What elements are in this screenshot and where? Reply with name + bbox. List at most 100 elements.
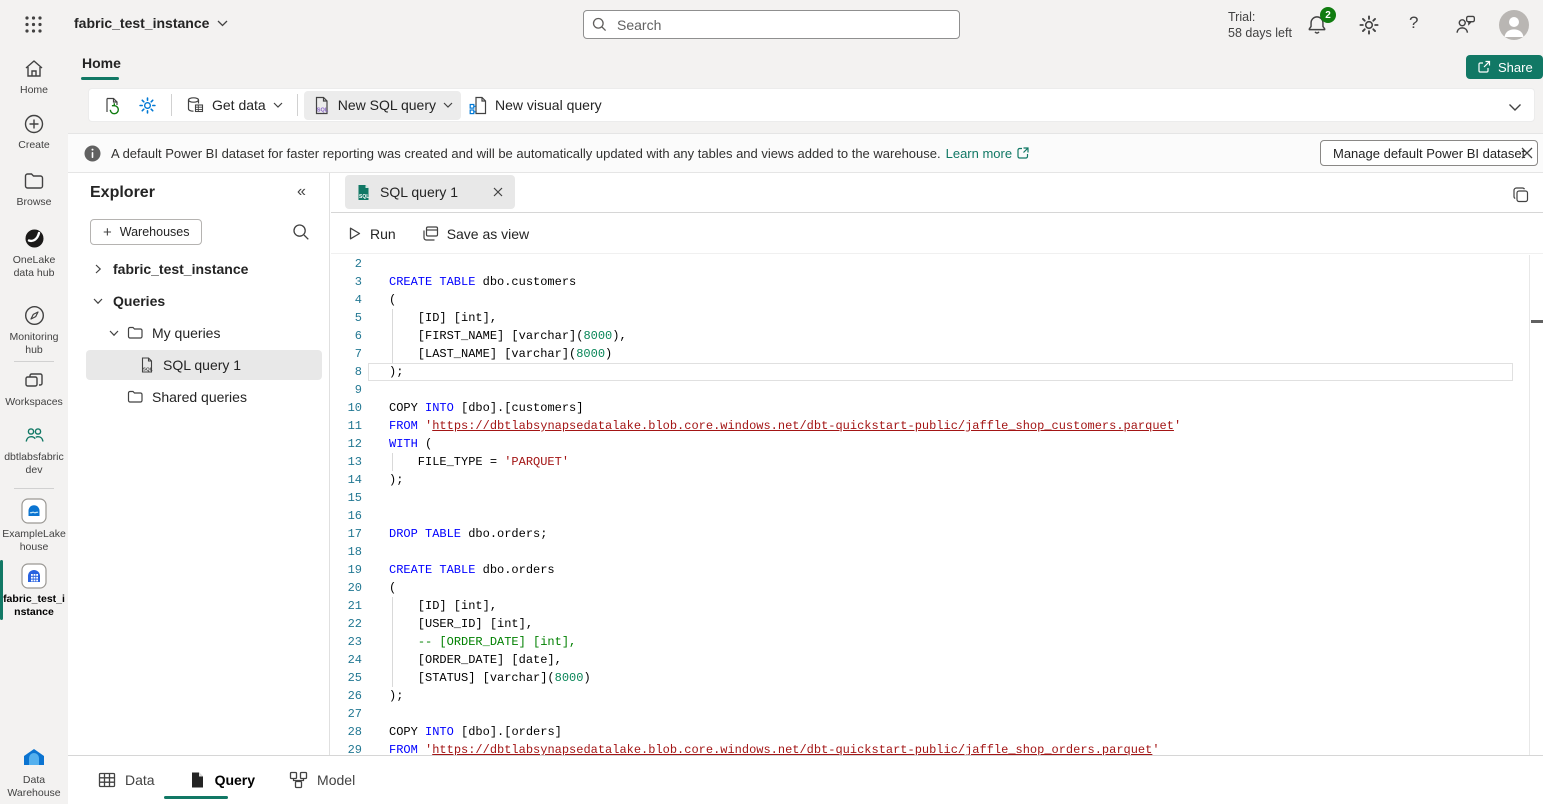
code-area[interactable]: 23CREATE TABLE dbo.customers4(5 [ID] [in… [331,255,1529,755]
new-visual-query-button[interactable]: New visual query [461,91,610,120]
manage-default-dataset-button[interactable]: Manage default Power BI dataset [1320,140,1538,166]
code-line[interactable]: 14); [331,471,1529,489]
code-line[interactable]: 29FROM 'https://dbtlabsynapsedatalake.bl… [331,741,1529,755]
code-line[interactable]: 6 [FIRST_NAME] [varchar](8000), [331,327,1529,345]
code-line[interactable]: 23 -- [ORDER_DATE] [int], [331,633,1529,651]
line-number: 15 [331,489,362,507]
learn-more-label: Learn more [946,146,1012,161]
save-view-icon [422,225,439,242]
code-line[interactable]: 4( [331,291,1529,309]
add-warehouses-button[interactable]: + Warehouses [90,219,202,245]
code-line[interactable]: 25 [STATUS] [varchar](8000) [331,669,1529,687]
search-input[interactable] [615,16,951,34]
code-line[interactable]: 7 [LAST_NAME] [varchar](8000) [331,345,1529,363]
line-number: 7 [331,345,362,363]
code-line[interactable]: 21 [ID] [int], [331,597,1529,615]
rail-item-browse[interactable]: Browse [0,170,68,209]
code-line[interactable]: 16 [331,507,1529,525]
line-number: 19 [331,561,362,579]
rail-item-monitoring-hub[interactable]: Monitoring hub [0,304,68,357]
code-line[interactable]: 27 [331,705,1529,723]
explorer-search-icon[interactable] [292,223,310,241]
editor-overview-ruler[interactable] [1529,255,1530,755]
tree-item-queries[interactable]: Queries [86,286,322,316]
menu-tab-row [68,49,1543,83]
banner-close-icon[interactable] [1518,144,1536,162]
code-line[interactable]: 8); [331,363,1529,381]
query-tab-sql-query-1[interactable]: SQL SQL query 1 [345,175,515,209]
help-icon[interactable]: ? [1409,13,1418,33]
new-sql-query-button[interactable]: SQL New SQL query [304,91,461,120]
code-line[interactable]: 12WITH ( [331,435,1529,453]
view-tab-query-label: Query [215,772,255,788]
rail-item-create[interactable]: Create [0,113,68,152]
code-line[interactable]: 17DROP TABLE dbo.orders; [331,525,1529,543]
workspace-switcher[interactable]: fabric_test_instance [74,15,228,31]
chevron-down-icon [443,102,453,108]
settings-button[interactable] [130,91,165,120]
tree-root-label: fabric_test_instance [113,261,248,277]
search-icon [592,17,607,32]
person-icon [1499,10,1529,40]
code-line[interactable]: 13 FILE_TYPE = 'PARQUET' [331,453,1529,471]
code-line[interactable]: 3CREATE TABLE dbo.customers [331,273,1529,291]
save-as-view-button[interactable]: Save as view [422,225,529,242]
tree-item-my-queries[interactable]: My queries [86,318,322,348]
rail-item-workspaces[interactable]: Workspaces [0,370,68,409]
learn-more-link[interactable]: Learn more [946,146,1030,161]
explorer-collapse-icon[interactable]: « [297,183,306,201]
code-line[interactable]: 22 [USER_ID] [int], [331,615,1529,633]
plus-circle-icon [23,113,45,135]
copy-icon[interactable] [1512,186,1530,204]
code-line[interactable]: 28COPY INTO [dbo].[orders] [331,723,1529,741]
code-line[interactable]: 26); [331,687,1529,705]
tree-item-shared-queries[interactable]: Shared queries [86,382,322,412]
refresh-button[interactable] [95,91,130,120]
code-line[interactable]: 11FROM 'https://dbtlabsynapsedatalake.bl… [331,417,1529,435]
visual-query-icon [469,96,488,115]
rail-item-fabric-test-instance[interactable]: fabric_test_instance [0,563,68,619]
code-line[interactable]: 18 [331,543,1529,561]
app-launcher-icon[interactable] [24,15,43,34]
code-line[interactable]: 19CREATE TABLE dbo.orders [331,561,1529,579]
share-button[interactable]: Share [1466,55,1543,79]
line-number: 14 [331,471,362,489]
code-line[interactable]: 2 [331,255,1529,273]
folder-icon [23,170,45,192]
code-line[interactable]: 20( [331,579,1529,597]
tab-close-icon[interactable] [491,185,505,199]
run-button[interactable]: Run [347,226,396,242]
info-icon [84,145,101,162]
line-number: 2 [331,255,362,273]
code-line[interactable]: 24 [ORDER_DATE] [date], [331,651,1529,669]
line-number: 26 [331,687,362,705]
line-number: 11 [331,417,362,435]
ribbon-collapse-chevron-icon[interactable] [1508,103,1522,112]
rail-item-dbtlabsfabricdev[interactable]: dbtlabsfabricdev [0,424,68,477]
model-diagram-icon [289,771,308,789]
feedback-icon[interactable] [1454,14,1476,36]
view-tab-data[interactable]: Data [98,756,155,804]
get-data-button[interactable]: Get data [178,91,291,120]
code-line[interactable]: 15 [331,489,1529,507]
rail-item-data-warehouse[interactable]: Data Warehouse [0,744,68,800]
chevron-down-icon [273,102,283,108]
code-line[interactable]: 10COPY INTO [dbo].[customers] [331,399,1529,417]
line-number: 12 [331,435,362,453]
settings-gear-icon[interactable] [1358,14,1380,36]
tree-item-sql-query-1[interactable]: SQL SQL query 1 [86,350,322,380]
code-line[interactable]: 5 [ID] [int], [331,309,1529,327]
share-label: Share [1498,60,1533,75]
code-line[interactable]: 9 [331,381,1529,399]
view-switcher-bar: Data Query Model [68,755,1543,804]
tree-item-root-warehouse[interactable]: fabric_test_instance [86,254,322,284]
rail-item-onelake-data-hub[interactable]: OneLake data hub [0,227,68,280]
view-tab-model[interactable]: Model [289,756,355,804]
rail-item-home[interactable]: Home [0,58,68,97]
ribbon-toolbar: Get data SQL New SQL query New visual qu… [88,88,1535,122]
new-sql-query-label: New SQL query [338,97,436,113]
sql-file-green-icon: SQL [355,184,372,201]
rail-item-examplelakehouse[interactable]: ExampleLakehouse [0,498,68,554]
tab-home[interactable]: Home [82,55,121,71]
avatar[interactable] [1499,10,1529,40]
